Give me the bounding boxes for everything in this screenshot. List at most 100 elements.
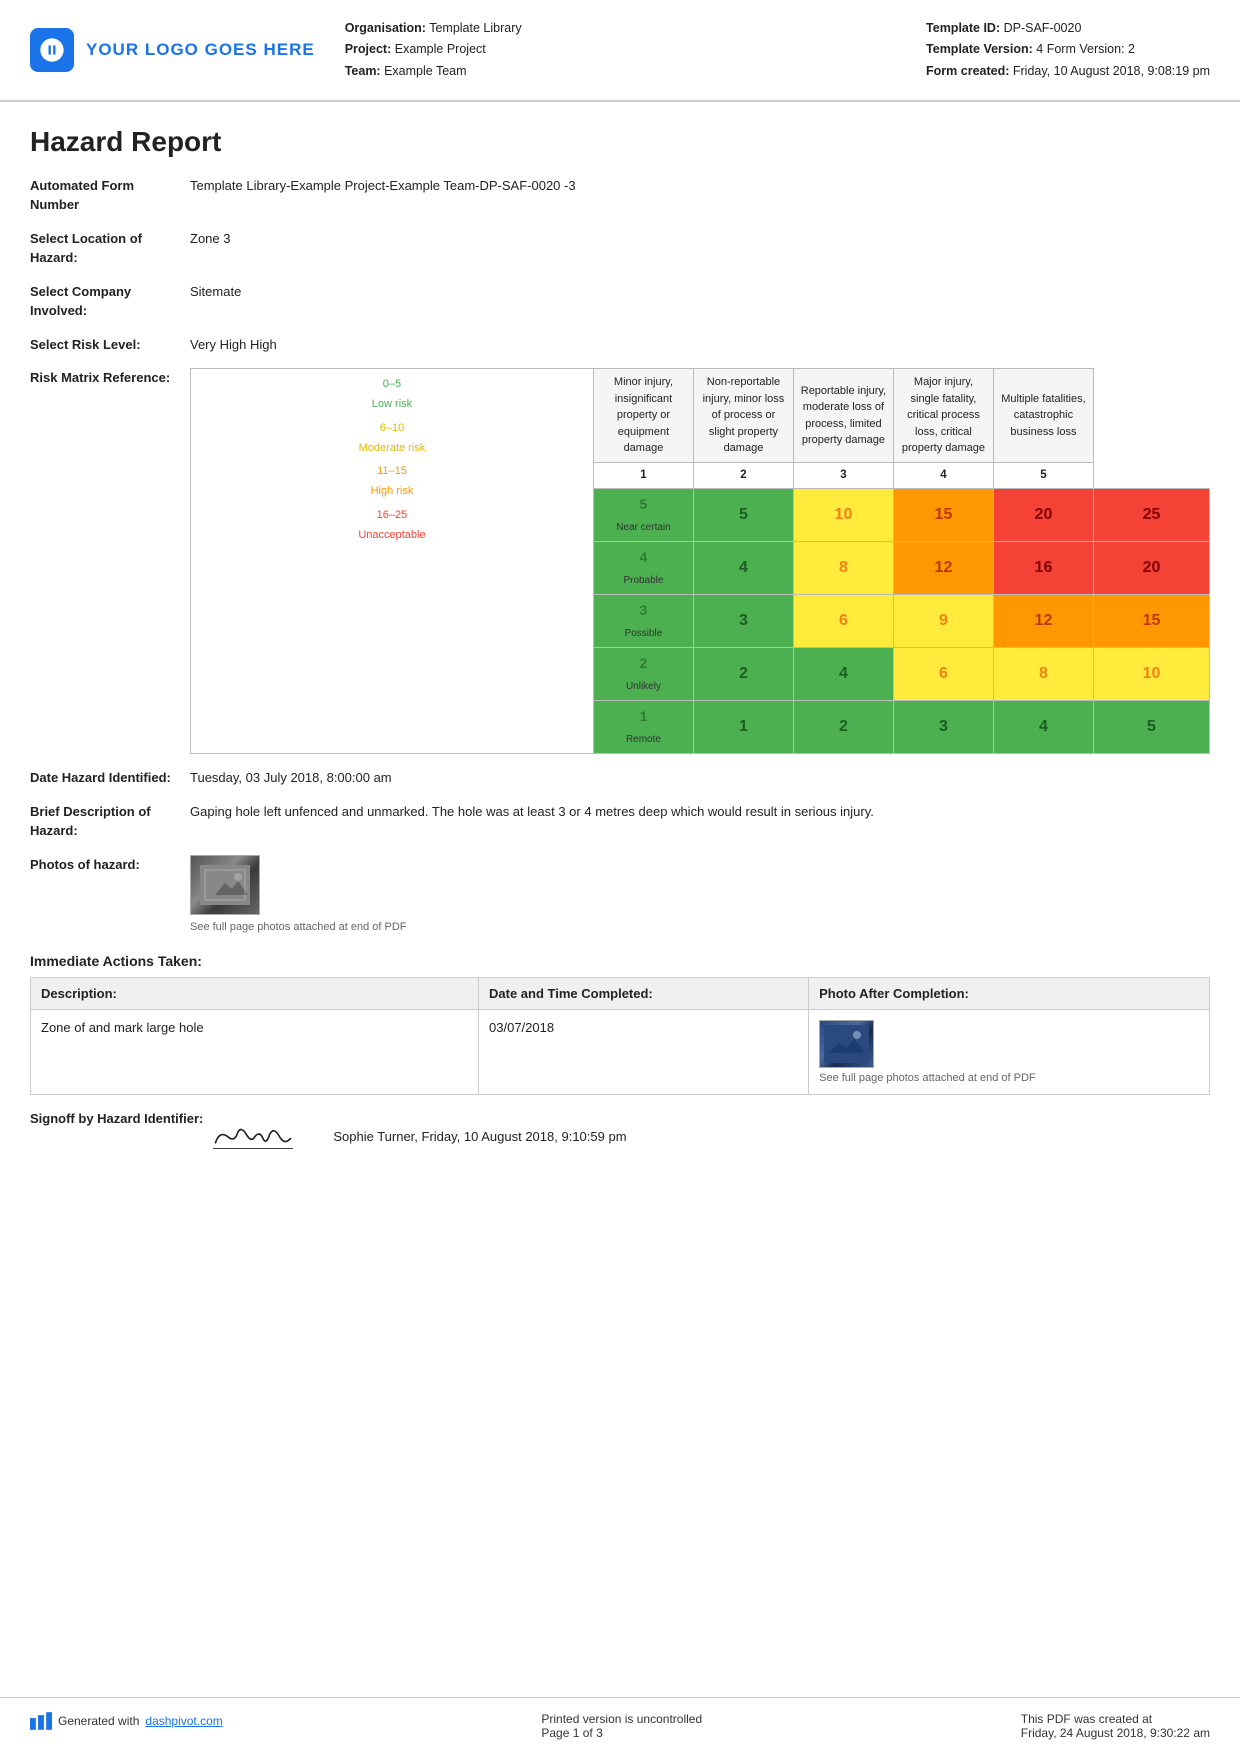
project-line: Project: Example Project — [345, 39, 896, 60]
hazard-photo-thumbnail — [190, 855, 260, 915]
actions-col-date-header: Date and Time Completed: — [479, 978, 809, 1010]
form-version-label: Form Version: — [1047, 42, 1125, 56]
cell-1-4: 3 — [893, 701, 993, 754]
page-title: Hazard Report — [30, 126, 1210, 158]
template-version-line: Template Version: 4 Form Version: 2 — [926, 39, 1210, 60]
cell-2-4: 6 — [893, 648, 993, 701]
risk-matrix-row: Risk Matrix Reference: 0–5Low risk 6–10M… — [30, 368, 1210, 754]
cell-3-1: 3Possible — [593, 595, 693, 648]
risk-legend-box: 0–5Low risk 6–10Moderate risk 11–15High … — [197, 375, 587, 545]
header-right: Template ID: DP-SAF-0020 Template Versio… — [926, 18, 1210, 82]
form-created-label: Form created: — [926, 64, 1009, 78]
cell-1-5: 4 — [993, 701, 1093, 754]
main-content: Hazard Report Automated Form Number Temp… — [0, 102, 1240, 1244]
footer-pdf-date: Friday, 24 August 2018, 9:30:22 am — [1021, 1726, 1210, 1740]
cell-5-3: 10 — [793, 489, 893, 542]
footer-generated-link[interactable]: dashpivot.com — [145, 1714, 222, 1728]
footer-page: Page 1 of 3 — [541, 1726, 702, 1740]
brief-description-label: Brief Description of Hazard: — [30, 802, 190, 841]
cell-4-3: 8 — [793, 542, 893, 595]
cell-1-1: 1Remote — [593, 701, 693, 754]
company-row: Select Company Involved: Sitemate — [30, 282, 1210, 321]
template-version-value: 4 — [1036, 42, 1043, 56]
consequence-num-2: 2 — [693, 462, 793, 488]
photos-caption: See full page photos attached at end of … — [190, 919, 1210, 936]
legend-item-1: 0–5Low risk — [197, 375, 587, 415]
form-created-value: Friday, 10 August 2018, 9:08:19 pm — [1013, 64, 1210, 78]
automated-form-row: Automated Form Number Template Library-E… — [30, 176, 1210, 215]
cell-1-2: 1 — [693, 701, 793, 754]
logo-box: YOUR LOGO GOES HERE — [30, 28, 315, 72]
cell-5-5: 20 — [993, 489, 1093, 542]
footer-pdf-text: This PDF was created at — [1021, 1712, 1210, 1726]
risk-legend-cell: 0–5Low risk 6–10Moderate risk 11–15High … — [191, 369, 594, 754]
footer-uncontrolled: Printed version is uncontrolled — [541, 1712, 702, 1726]
consequence-num-4: 4 — [893, 462, 993, 488]
team-line: Team: Example Team — [345, 61, 896, 82]
cell-3-4: 9 — [893, 595, 993, 648]
signoff-label: Signoff by Hazard Identifier: — [30, 1109, 203, 1129]
location-row: Select Location of Hazard: Zone 3 — [30, 229, 1210, 268]
risk-level-value: Very High High — [190, 335, 1210, 355]
location-value: Zone 3 — [190, 229, 1210, 268]
actions-table-header-row: Description: Date and Time Completed: Ph… — [31, 978, 1210, 1010]
brief-description-row: Brief Description of Hazard: Gaping hole… — [30, 802, 1210, 841]
date-hazard-row: Date Hazard Identified: Tuesday, 03 July… — [30, 768, 1210, 788]
header: YOUR LOGO GOES HERE Organisation: Templa… — [0, 0, 1240, 102]
action-date-1: 03/07/2018 — [479, 1010, 809, 1095]
team-value: Example Team — [384, 64, 466, 78]
footer-right: This PDF was created at Friday, 24 Augus… — [1021, 1712, 1210, 1740]
immediate-actions-table: Description: Date and Time Completed: Ph… — [30, 977, 1210, 1095]
date-hazard-value: Tuesday, 03 July 2018, 8:00:00 am — [190, 768, 1210, 788]
org-value: Template Library — [429, 21, 521, 35]
photo-icon — [200, 865, 250, 905]
logo-text: YOUR LOGO GOES HERE — [86, 40, 315, 60]
logo-svg — [38, 36, 66, 64]
action-description-1: Zone of and mark large hole — [31, 1010, 479, 1095]
actions-row-1: Zone of and mark large hole 03/07/2018 S… — [31, 1010, 1210, 1095]
cell-2-2: 2 — [693, 648, 793, 701]
consequence-num-3: 3 — [793, 462, 893, 488]
footer: Generated with dashpivot.com Printed ver… — [0, 1697, 1240, 1754]
cell-3-6: 15 — [1093, 595, 1209, 648]
consequence-header-2: Non-reportable injury, minor loss of pro… — [693, 369, 793, 463]
signoff-row: Signoff by Hazard Identifier: Sophie Tur… — [30, 1109, 1210, 1164]
actions-col-photo-header: Photo After Completion: — [809, 978, 1210, 1010]
signature-svg — [203, 1109, 303, 1164]
team-label: Team: — [345, 64, 381, 78]
photos-value: See full page photos attached at end of … — [190, 855, 1210, 936]
cell-3-5: 12 — [993, 595, 1093, 648]
automated-form-label: Automated Form Number — [30, 176, 190, 215]
cell-3-2: 3 — [693, 595, 793, 648]
consequence-header-4: Major injury, single fatality, critical … — [893, 369, 993, 463]
company-value: Sitemate — [190, 282, 1210, 321]
risk-matrix-header-row: 0–5Low risk 6–10Moderate risk 11–15High … — [191, 369, 1210, 463]
action-photo-thumbnail-1 — [819, 1020, 874, 1068]
footer-logo: Generated with dashpivot.com — [30, 1712, 223, 1730]
cell-5-1: 5Near certain — [593, 489, 693, 542]
footer-logo-icon — [30, 1712, 52, 1730]
template-version-label: Template Version: — [926, 42, 1033, 56]
project-value: Example Project — [395, 42, 486, 56]
project-label: Project: — [345, 42, 392, 56]
template-id-value: DP-SAF-0020 — [1004, 21, 1082, 35]
cell-5-4: 15 — [893, 489, 993, 542]
cell-1-3: 2 — [793, 701, 893, 754]
cell-4-4: 12 — [893, 542, 993, 595]
cell-2-5: 8 — [993, 648, 1093, 701]
footer-generated-prefix: Generated with — [58, 1714, 139, 1728]
actions-col-desc-header: Description: — [31, 978, 479, 1010]
location-label: Select Location of Hazard: — [30, 229, 190, 268]
form-version-value: 2 — [1128, 42, 1135, 56]
cell-4-5: 16 — [993, 542, 1093, 595]
consequence-header-1: Minor injury, insignificant property or … — [593, 369, 693, 463]
risk-matrix-table: 0–5Low risk 6–10Moderate risk 11–15High … — [190, 368, 1210, 754]
signoff-content: Sophie Turner, Friday, 10 August 2018, 9… — [203, 1109, 626, 1164]
photos-row: Photos of hazard: See full page photos a… — [30, 855, 1210, 936]
template-id-label: Template ID: — [926, 21, 1000, 35]
legend-item-2: 6–10Moderate risk — [197, 419, 587, 459]
risk-level-label: Select Risk Level: — [30, 335, 190, 355]
cell-2-1: 2Unlikely — [593, 648, 693, 701]
cell-1-6: 5 — [1093, 701, 1209, 754]
org-label: Organisation: — [345, 21, 426, 35]
